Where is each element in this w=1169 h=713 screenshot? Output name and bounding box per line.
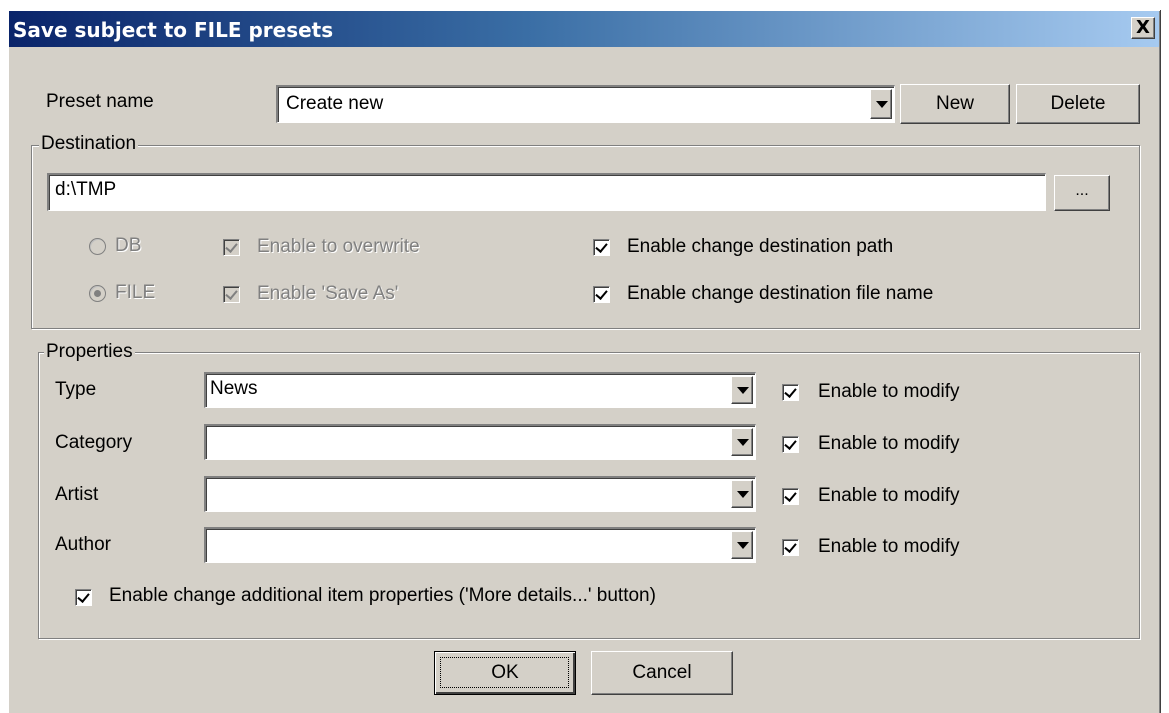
dialog-title: Save subject to FILE presets [13, 18, 334, 42]
artist-combo[interactable] [204, 476, 756, 512]
focus-rect [440, 657, 569, 688]
change-file-name-checkbox[interactable] [593, 286, 610, 303]
type-value: News [210, 378, 258, 399]
chevron-down-icon[interactable] [731, 531, 753, 559]
change-path-checkbox[interactable] [593, 239, 610, 256]
author-modify-checkbox[interactable] [782, 539, 799, 556]
type-modify-label: Enable to modify [818, 381, 960, 402]
type-label: Type [55, 379, 97, 400]
chevron-down-icon[interactable] [870, 89, 892, 119]
new-button[interactable]: New [900, 84, 1010, 124]
destination-path-value: d:\TMP [55, 179, 117, 200]
db-radio-label: DB [115, 235, 142, 256]
dialog-window: Save subject to FILE presets X Preset na… [8, 10, 1160, 713]
db-radio[interactable] [89, 238, 106, 255]
file-radio-label: FILE [115, 282, 156, 303]
category-label: Category [55, 432, 133, 453]
author-label: Author [55, 534, 111, 555]
enable-save-as-label: Enable 'Save As' [257, 283, 399, 304]
category-modify-checkbox[interactable] [782, 436, 799, 453]
enable-overwrite-label: Enable to overwrite [257, 236, 420, 257]
title-bar[interactable]: Save subject to FILE presets X [9, 11, 1159, 47]
chevron-down-icon[interactable] [731, 376, 753, 404]
author-modify-label: Enable to modify [818, 536, 960, 557]
category-modify-label: Enable to modify [818, 433, 960, 454]
chevron-down-icon[interactable] [731, 428, 753, 456]
artist-label: Artist [55, 484, 99, 505]
ok-button[interactable]: OK [434, 651, 576, 695]
destination-legend: Destination [39, 133, 139, 155]
enable-overwrite-checkbox[interactable] [223, 239, 240, 256]
change-file-name-label: Enable change destination file name [627, 283, 934, 304]
cancel-button[interactable]: Cancel [591, 651, 733, 695]
additional-properties-label: Enable change additional item properties… [109, 585, 656, 606]
artist-modify-label: Enable to modify [818, 485, 960, 506]
preset-name-value: Create new [286, 93, 384, 114]
close-icon[interactable]: X [1131, 17, 1155, 39]
category-combo[interactable] [204, 424, 756, 460]
preset-name-label: Preset name [46, 91, 154, 112]
additional-properties-checkbox[interactable] [75, 589, 92, 606]
file-radio[interactable] [89, 285, 106, 302]
type-combo[interactable]: News [204, 372, 756, 408]
delete-button[interactable]: Delete [1016, 84, 1140, 124]
preset-name-combo[interactable]: Create new [276, 85, 895, 123]
properties-legend: Properties [44, 341, 135, 363]
author-combo[interactable] [204, 527, 756, 563]
browse-button[interactable]: ... [1054, 175, 1110, 211]
enable-save-as-checkbox[interactable] [223, 286, 240, 303]
destination-path-input[interactable]: d:\TMP [47, 173, 1046, 211]
artist-modify-checkbox[interactable] [782, 488, 799, 505]
type-modify-checkbox[interactable] [782, 384, 799, 401]
chevron-down-icon[interactable] [731, 480, 753, 508]
change-path-label: Enable change destination path [627, 236, 894, 257]
